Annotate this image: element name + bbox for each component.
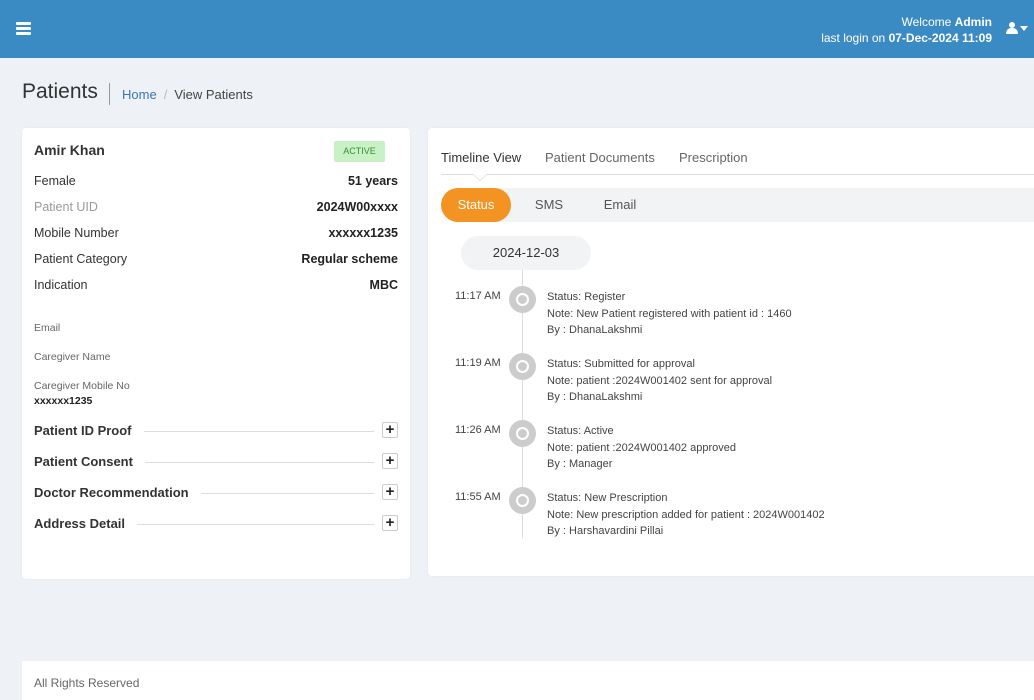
caregiver-name-label: Caregiver Name [34,351,111,363]
patient-name: Amir Khan [34,142,105,158]
entry-status: Status: Register [547,291,626,303]
active-tab-pointer-inner [473,174,487,180]
entry-text: Status: Active Note: patient :2024W00140… [547,423,736,473]
subtab-sms[interactable]: SMS [529,188,569,222]
welcome-prefix: Welcome [901,15,952,29]
section-label: Patient ID Proof [34,423,144,438]
indication-row: Indication MBC [34,278,398,298]
entry-status: Status: New Prescription [547,492,668,504]
mobile-number-value: xxxxxx1235 [328,226,398,240]
patient-uid-label: Patient UID [34,200,98,214]
entry-text: Status: Register Note: New Patient regis… [547,289,792,339]
entry-note: Note: patient :2024W001402 approved [547,441,736,454]
entry-by: By : Harshavardini Pillai [547,525,664,538]
patient-category-label: Patient Category [34,252,128,266]
last-login-value: 07-Dec-2024 11:09 [888,31,992,45]
timeline-entry: 11:26 AM Status: Active Note: patient :2… [441,412,1001,472]
status-badge: ACTIVE [334,141,385,162]
page-title: Patients [22,80,98,103]
patient-gender: Female [34,174,76,188]
tab-underline [441,174,1034,175]
timeline-list[interactable]: 11:17 AM Status: Register Note: New Pati… [441,270,1001,538]
patient-category-row: Patient Category Regular scheme [34,252,398,272]
email-label: Email [34,322,61,334]
entry-by: By : DhanaLakshmi [547,324,643,337]
entry-time: 11:26 AM [455,424,501,436]
section-label: Doctor Recommendation [34,485,201,500]
caret-down-icon [1020,26,1028,31]
breadcrumb-home-link[interactable]: Home [122,87,157,102]
breadcrumb-separator: / [163,87,168,102]
entry-text: Status: Submitted for approval Note: pat… [547,356,772,406]
expand-plus-icon[interactable]: + [382,515,398,531]
patient-info-card: Amir Khan ACTIVE Female 51 years Patient… [22,128,410,579]
entry-time: 11:17 AM [455,290,501,302]
subtab-status[interactable]: Status [441,188,511,222]
entry-by: By : DhanaLakshmi [547,391,643,404]
section-patient-consent[interactable]: Patient Consent + [34,453,398,471]
timeline-entry: 11:17 AM Status: Register Note: New Pati… [441,278,1001,338]
mobile-number-label: Mobile Number [34,226,119,240]
entry-text: Status: New Prescription Note: New presc… [547,490,825,538]
caregiver-mobile-value: xxxxxx1235 [34,395,93,407]
mobile-number-row: Mobile Number xxxxxx1235 [34,226,398,246]
footer-text: All Rights Reserved [34,676,140,690]
entry-time: 11:55 AM [455,491,501,503]
top-bar: Welcome Admin last login on 07-Dec-2024 … [0,0,1034,58]
expand-plus-icon[interactable]: + [382,453,398,469]
patient-uid-value: 2024W00xxxx [316,200,398,214]
timeline-entry: 11:55 AM Status: New Prescription Note: … [441,479,1001,538]
section-patient-id-proof[interactable]: Patient ID Proof + [34,422,398,440]
expand-plus-icon[interactable]: + [382,422,398,438]
subtab-email[interactable]: Email [597,188,643,222]
tab-prescription[interactable]: Prescription [679,150,748,165]
entry-by: By : Manager [547,458,613,471]
timeline-dot-icon [509,420,536,447]
timeline-dot-icon [509,353,536,380]
title-divider [109,83,110,105]
breadcrumb: Home / View Patients [122,87,253,102]
entry-note: Note: patient :2024W001402 sent for appr… [547,374,773,387]
entry-note: Note: New Patient registered with patien… [547,307,792,320]
timeline-entry: 11:19 AM Status: Submitted for approval … [441,345,1001,405]
section-label: Patient Consent [34,454,145,469]
indication-label: Indication [34,278,88,292]
patient-age: 51 years [347,174,398,188]
footer: All Rights Reserved [22,661,1034,700]
welcome-block: Welcome Admin last login on 07-Dec-2024 … [821,14,992,46]
entry-time: 11:19 AM [455,357,501,369]
patient-uid-row: Patient UID 2024W00xxxx [34,200,398,220]
section-doctor-recommendation[interactable]: Doctor Recommendation + [34,484,398,502]
user-icon-body [1006,28,1018,34]
timeline-card: Timeline View Patient Documents Prescrip… [428,128,1034,576]
expand-plus-icon[interactable]: + [382,484,398,500]
gender-age-row: Female 51 years [34,174,398,194]
entry-status: Status: Submitted for approval [547,358,695,370]
caregiver-mobile-label: Caregiver Mobile No [34,380,130,392]
subtab-bar: Status SMS Email [441,188,1034,222]
section-label: Address Detail [34,516,138,531]
indication-value: MBC [369,278,398,292]
timeline-date: 2024-12-03 [461,236,591,270]
entry-note: Note: New prescription added for patient… [547,508,825,521]
welcome-user: Admin [954,15,992,29]
tab-timeline-view[interactable]: Timeline View [441,150,521,165]
timeline-dot-icon [509,487,536,514]
entry-status: Status: Active [547,425,614,437]
patient-category-value: Regular scheme [301,252,398,266]
tab-patient-documents[interactable]: Patient Documents [545,150,655,165]
menu-icon[interactable] [16,22,31,35]
timeline-dot-icon [509,286,536,313]
last-login-label: last login on [821,31,886,45]
user-menu-button[interactable] [1006,22,1028,36]
breadcrumb-current: View Patients [174,87,253,102]
section-address-detail[interactable]: Address Detail + [34,515,398,533]
